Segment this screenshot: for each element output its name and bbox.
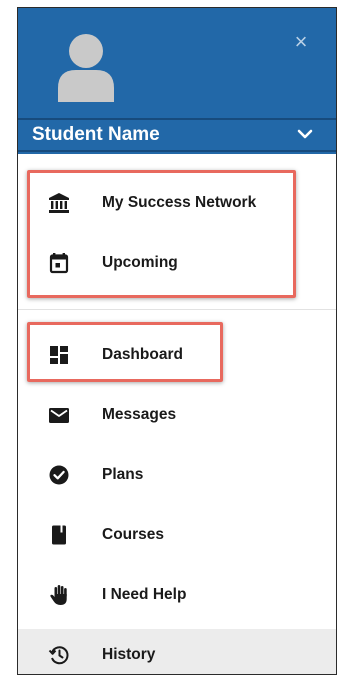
navigation-drawer: × Student Name My Success Network Upcomi…: [17, 7, 337, 675]
dashboard-icon: [50, 346, 68, 364]
nav-item-plans[interactable]: Plans: [18, 449, 336, 501]
book-icon: [52, 525, 66, 545]
section-divider: [18, 309, 336, 310]
nav-item-label: Dashboard: [102, 346, 183, 363]
close-button[interactable]: ×: [290, 31, 312, 53]
nav-item-label: Plans: [102, 466, 144, 483]
close-icon: ×: [294, 29, 308, 54]
chevron-down-icon: [297, 129, 313, 139]
nav-item-messages[interactable]: Messages: [18, 389, 336, 441]
drawer-header: × Student Name: [18, 8, 336, 154]
raised-hand-icon: [50, 585, 67, 605]
nav-item-history[interactable]: History: [18, 629, 336, 674]
user-avatar-icon: [58, 34, 114, 102]
nav-item-label: Upcoming: [102, 254, 178, 271]
check-circle-icon: [49, 465, 69, 485]
institution-icon: [49, 193, 69, 213]
nav-item-label: Courses: [102, 526, 165, 543]
nav-item-label: Messages: [102, 406, 177, 423]
student-switcher[interactable]: Student Name: [18, 120, 336, 150]
envelope-icon: [49, 408, 69, 423]
nav-item-label: History: [102, 646, 156, 663]
nav-item-dashboard[interactable]: Dashboard: [18, 329, 336, 381]
nav-item-courses[interactable]: Courses: [18, 509, 336, 561]
calendar-icon: [49, 253, 69, 274]
nav-item-i-need-help[interactable]: I Need Help: [18, 569, 336, 621]
student-name: Student Name: [32, 124, 160, 145]
nav-item-label: I Need Help: [102, 586, 187, 603]
nav-item-label: My Success Network: [102, 194, 257, 211]
history-icon: [48, 646, 69, 665]
nav-item-my-success-network[interactable]: My Success Network: [18, 177, 336, 229]
header-divider-bottom: [18, 150, 336, 152]
nav-item-upcoming[interactable]: Upcoming: [18, 237, 336, 289]
